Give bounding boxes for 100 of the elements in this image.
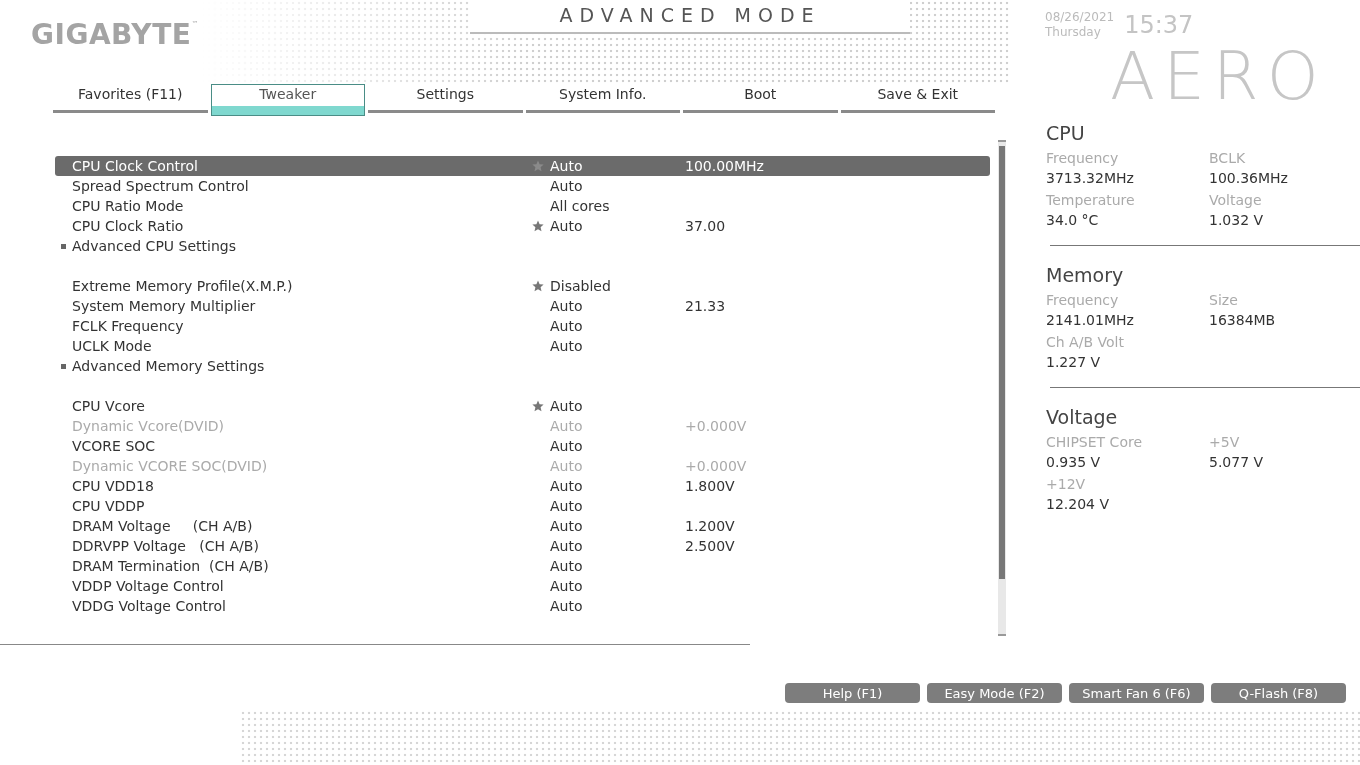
setting-label: VDDG Voltage Control — [72, 598, 227, 614]
setting-row[interactable]: VDDG Voltage Control Auto — [55, 596, 990, 616]
setting-value: Auto — [550, 338, 583, 354]
setting-label: FCLK Frequency — [72, 318, 185, 334]
section-title: CPU — [1046, 122, 1086, 144]
setting-row[interactable]: Spread Spectrum Control Auto — [55, 176, 990, 196]
monitor-label: CHIPSET Core — [1046, 434, 1143, 450]
tab[interactable]: Favorites (F11) — [53, 84, 208, 113]
setting-detail: 21.33 — [685, 298, 726, 314]
setting-value: Auto — [550, 598, 583, 614]
time-text: 15:37 — [1124, 11, 1194, 39]
function-button[interactable]: Help (F1) — [785, 683, 920, 703]
setting-row[interactable]: CPU VDDP Auto — [55, 496, 990, 516]
setting-row[interactable]: System Memory Multiplier Auto 21.33 — [55, 296, 990, 316]
function-button[interactable]: Q-Flash (F8) — [1211, 683, 1346, 703]
setting-value: Auto — [550, 558, 583, 574]
monitor-value: 16384MB — [1209, 312, 1277, 328]
setting-value: Auto — [550, 498, 583, 514]
setting-value: All cores — [550, 198, 610, 214]
setting-label: CPU Ratio Mode — [72, 198, 185, 214]
monitor-value: 1.227 V — [1046, 354, 1102, 370]
series-logo: AERO — [1110, 42, 1328, 112]
setting-detail: 100.00MHz — [685, 158, 764, 174]
setting-value: Disabled — [550, 278, 611, 294]
setting-label: Advanced Memory Settings — [72, 358, 266, 374]
setting-detail: 1.800V — [685, 478, 735, 494]
setting-row[interactable]: FCLK Frequency Auto — [55, 316, 990, 336]
setting-row[interactable]: DRAM Termination (CH A/B) Auto — [55, 556, 990, 576]
submenu-bullet-icon — [61, 363, 66, 369]
submenu-bullet-icon — [61, 243, 66, 249]
star-icon[interactable] — [532, 400, 544, 412]
monitor-label: Frequency — [1046, 292, 1120, 308]
function-button[interactable]: Smart Fan 6 (F6) — [1069, 683, 1204, 703]
monitor-value: 2141.01MHz — [1046, 312, 1135, 328]
setting-label: CPU Vcore — [72, 398, 146, 414]
setting-label: UCLK Mode — [72, 338, 153, 354]
setting-value: Auto — [550, 398, 583, 414]
star-icon[interactable] — [532, 280, 544, 292]
setting-row[interactable]: VCORE SOC Auto — [55, 436, 990, 456]
setting-value: Auto — [550, 438, 583, 454]
star-icon[interactable] — [532, 160, 544, 172]
setting-label: VDDP Voltage Control — [72, 578, 225, 594]
monitor-value: 100.36MHz — [1209, 170, 1289, 186]
setting-row[interactable]: CPU Clock Control Auto 100.00MHz — [55, 156, 990, 176]
monitor-label: +5V — [1209, 434, 1241, 450]
setting-label: Extreme Memory Profile(X.M.P.) — [72, 278, 294, 294]
setting-label: Spread Spectrum Control — [72, 178, 250, 194]
setting-label: CPU VDDP — [72, 498, 146, 514]
section-title: Memory — [1046, 264, 1125, 286]
setting-detail: +0.000V — [685, 458, 747, 474]
monitor-label: +12V — [1046, 476, 1087, 492]
setting-row[interactable]: Advanced CPU Settings — [55, 236, 990, 256]
weekday-text: Thursday — [1045, 25, 1102, 40]
setting-value: Auto — [550, 578, 583, 594]
monitor-label: BCLK — [1209, 150, 1247, 166]
setting-value: Auto — [550, 158, 583, 174]
mode-title: ADVANCED MODE — [470, 0, 910, 34]
setting-row[interactable]: CPU VDD18 Auto 1.800V — [55, 476, 990, 496]
tab[interactable]: Boot — [683, 84, 838, 113]
monitor-label: Temperature — [1046, 192, 1136, 208]
setting-value: Auto — [550, 518, 583, 534]
setting-value: Auto — [550, 478, 583, 494]
date-text: 08/26/2021 — [1045, 10, 1115, 25]
setting-value: Auto — [550, 218, 583, 234]
monitor-label: Voltage — [1209, 192, 1263, 208]
tab[interactable]: Settings — [368, 84, 523, 113]
tab[interactable]: Save & Exit — [840, 84, 995, 113]
setting-label: DDRVPP Voltage (CH A/B) — [72, 538, 260, 554]
setting-detail: 2.500V — [685, 538, 735, 554]
setting-label: DRAM Termination (CH A/B) — [72, 558, 270, 574]
brand-logo: GIGABYTE — [31, 19, 192, 51]
setting-row[interactable]: CPU Vcore Auto — [55, 396, 990, 416]
setting-row[interactable]: Extreme Memory Profile(X.M.P.) Disabled — [55, 276, 990, 296]
setting-value: Auto — [550, 458, 583, 474]
setting-label: CPU Clock Control — [72, 158, 199, 174]
setting-value: Auto — [550, 298, 583, 314]
monitor-value: 0.935 V — [1046, 454, 1102, 470]
setting-row[interactable]: DDRVPP Voltage (CH A/B) Auto 2.500V — [55, 536, 990, 556]
monitor-value: 12.204 V — [1046, 496, 1110, 512]
setting-label: Dynamic VCORE SOC(DVID) — [72, 458, 269, 474]
star-icon[interactable] — [532, 220, 544, 232]
setting-value: Auto — [550, 538, 583, 554]
monitor-label: Ch A/B Volt — [1046, 334, 1125, 350]
tab[interactable]: System Info. — [525, 84, 680, 113]
setting-label: Advanced CPU Settings — [72, 238, 237, 254]
setting-value: Auto — [550, 418, 583, 434]
setting-row[interactable]: CPU Ratio Mode All cores — [55, 196, 990, 216]
setting-row[interactable]: Advanced Memory Settings — [55, 356, 990, 376]
monitor-value: 1.032 V — [1209, 212, 1265, 228]
setting-row[interactable]: UCLK Mode Auto — [55, 336, 990, 356]
tab[interactable]: Tweaker — [210, 84, 365, 116]
function-button[interactable]: Easy Mode (F2) — [927, 683, 1062, 703]
setting-row[interactable]: DRAM Voltage (CH A/B) Auto 1.200V — [55, 516, 990, 536]
setting-label: DRAM Voltage (CH A/B) — [72, 518, 254, 534]
setting-row[interactable]: VDDP Voltage Control Auto — [55, 576, 990, 596]
scrollbar[interactable] — [998, 140, 1006, 636]
setting-detail: 37.00 — [685, 218, 726, 234]
setting-value: Auto — [550, 178, 583, 194]
setting-row[interactable]: CPU Clock Ratio Auto 37.00 — [55, 216, 990, 236]
monitor-value: 3713.32MHz — [1046, 170, 1135, 186]
